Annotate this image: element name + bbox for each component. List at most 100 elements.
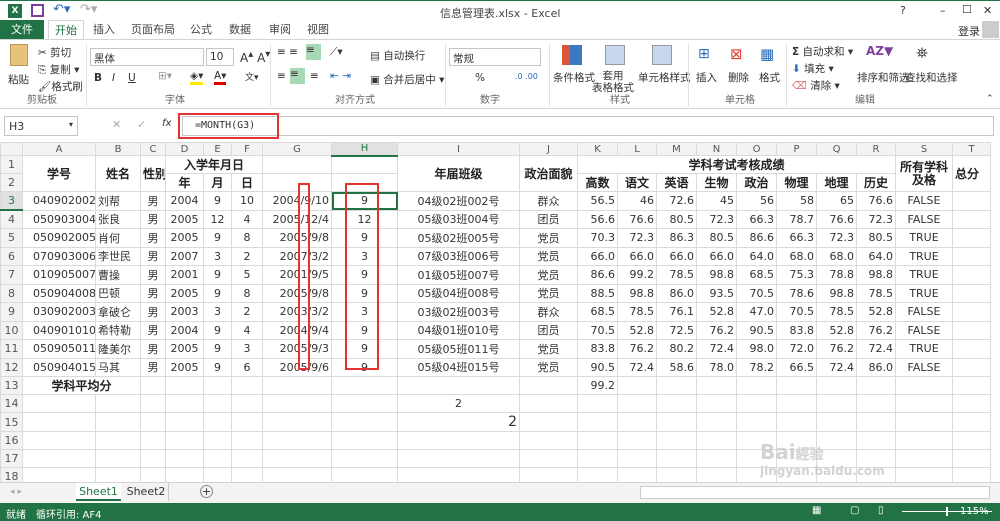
politics[interactable]: 群众 [519,191,578,211]
cell-H1[interactable] [331,155,398,174]
header-name[interactable]: 姓名 [95,155,141,192]
student-name[interactable]: 希特勒 [95,320,141,340]
score[interactable]: 68.5 [736,265,777,285]
underline-button[interactable]: U [128,72,136,84]
align-top-icon[interactable]: ≡ ≡ [277,46,298,58]
day[interactable]: 5 [231,265,263,285]
column-header-P[interactable]: P [776,142,817,156]
class[interactable]: 04级02班002号 [397,191,520,211]
score[interactable]: 72.5 [656,320,697,340]
cell[interactable] [736,412,777,432]
score[interactable]: 64.0 [856,246,896,266]
cell[interactable] [816,376,857,395]
year[interactable]: 2003 [165,302,204,322]
cell[interactable] [519,376,578,395]
cell[interactable] [617,376,657,395]
cell-G2[interactable] [262,173,332,192]
zoom-thumb[interactable] [946,507,948,516]
font-name-select[interactable]: 黑体 [90,48,204,66]
cell[interactable] [895,412,953,432]
score[interactable]: 52.8 [816,320,857,340]
class[interactable]: 05级05班011号 [397,339,520,359]
politics[interactable]: 党员 [519,246,578,266]
cell[interactable] [165,394,204,413]
header-subject[interactable]: 地理 [816,173,857,192]
score[interactable]: 98.8 [856,265,896,285]
header-subject[interactable]: 语文 [617,173,657,192]
cell[interactable] [22,449,96,468]
score[interactable]: 78.5 [617,302,657,322]
all-pass[interactable]: FALSE [895,320,953,340]
total[interactable] [952,320,991,340]
score[interactable]: 83.8 [577,339,618,359]
header-gender[interactable]: 性别 [140,155,166,192]
cell-I15[interactable]: 2 [397,412,520,432]
month[interactable]: 9 [203,339,232,359]
row-header[interactable]: 15 [0,412,23,432]
gender[interactable]: 男 [140,302,166,322]
score[interactable]: 72.3 [696,209,737,229]
student-name[interactable]: 刘帮 [95,191,141,211]
all-pass[interactable]: TRUE [895,265,953,285]
student-name[interactable]: 肖何 [95,228,141,248]
cell[interactable] [617,431,657,450]
align-bottom-icon[interactable]: ≡ [306,44,321,60]
decimal-icon[interactable]: .0 .00 [515,72,538,81]
politics[interactable]: 团员 [519,209,578,229]
score[interactable]: 80.5 [656,209,697,229]
zoom-level[interactable]: 115% [960,506,989,517]
score[interactable]: 83.8 [776,320,817,340]
italic-button[interactable]: I [112,72,115,84]
score[interactable]: 78.7 [776,209,817,229]
day[interactable]: 8 [231,283,263,303]
all-pass[interactable]: TRUE [895,228,953,248]
row-header[interactable]: 10 [0,320,23,340]
score[interactable]: 46 [617,191,657,211]
student-id[interactable]: 050902005 [22,228,96,248]
cell[interactable] [617,394,657,413]
cell[interactable] [203,431,232,450]
score[interactable]: 99.2 [617,265,657,285]
cell[interactable] [519,394,578,413]
cell[interactable] [231,376,263,395]
cell[interactable] [816,394,857,413]
gender[interactable]: 男 [140,357,166,377]
column-header-M[interactable]: M [656,142,697,156]
cell[interactable] [140,412,166,432]
page-break-view-icon[interactable]: ▯ [878,505,884,516]
tab-home[interactable]: 开始 [48,20,84,40]
sheet-tab-sheet1[interactable]: Sheet1 [76,483,121,501]
score[interactable]: 90.5 [577,357,618,377]
day[interactable]: 6 [231,357,263,377]
month[interactable]: 9 [203,283,232,303]
column-header-G[interactable]: G [262,142,332,156]
cell[interactable] [397,431,520,450]
cell[interactable] [617,449,657,468]
align-left-icon[interactable]: ≡ [277,70,286,82]
cell[interactable] [776,376,817,395]
row-header[interactable]: 1 [0,155,23,174]
cell[interactable] [952,412,991,432]
cell[interactable] [519,412,578,432]
enter-icon[interactable]: ✓ [137,118,146,131]
cell[interactable] [95,412,141,432]
cell[interactable] [736,394,777,413]
login-link[interactable]: 登录 [958,23,980,39]
student-id[interactable]: 040901010 [22,320,96,340]
month[interactable]: 3 [203,246,232,266]
month[interactable]: 9 [203,265,232,285]
tab-formulas[interactable]: 公式 [186,20,216,39]
cell[interactable] [231,431,263,450]
cell[interactable] [617,412,657,432]
header-subject[interactable]: 英语 [656,173,697,192]
cell[interactable] [262,394,332,413]
total[interactable] [952,283,991,303]
score[interactable]: 52.8 [696,302,737,322]
cell[interactable] [140,376,166,395]
cell[interactable] [331,449,398,468]
header-subject[interactable]: 高数 [577,173,618,192]
gender[interactable]: 男 [140,209,166,229]
cell[interactable] [656,431,697,450]
date[interactable]: 2004/9/4 [262,320,332,340]
column-header-K[interactable]: K [577,142,618,156]
